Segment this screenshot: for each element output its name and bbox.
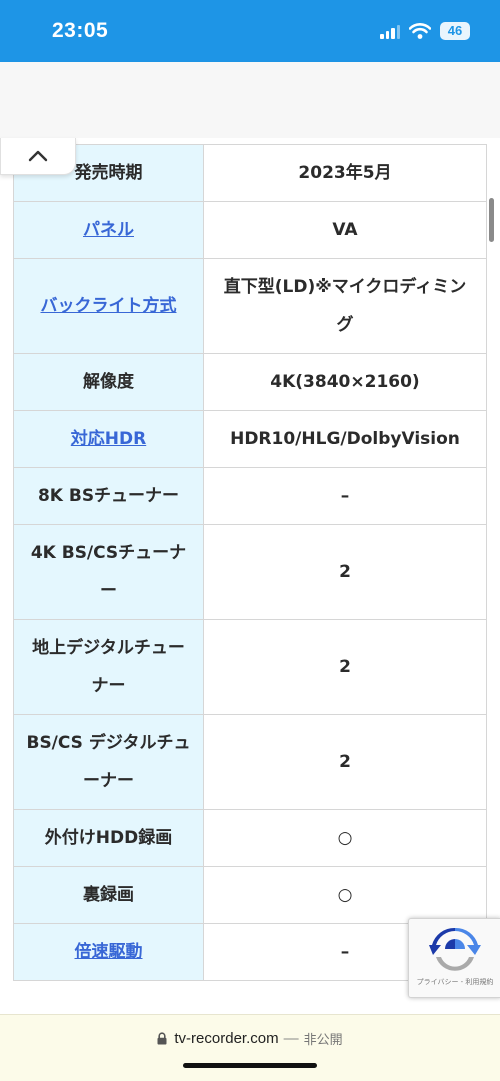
spec-row: 発売時期 2023年5月	[13, 144, 487, 202]
spec-value: ○	[203, 866, 487, 924]
status-time: 23:05	[52, 19, 109, 42]
spec-table: 発売時期 2023年5月パネル VA バックライト方式 直下型(LD)※マイクロディミン…	[13, 144, 487, 981]
spec-row: バックライト方式 直下型(LD)※マイクロディミング	[13, 258, 487, 354]
spec-label-link[interactable]: バックライト方式	[41, 296, 177, 316]
wifi-icon	[409, 23, 431, 39]
spec-row: 8K BSチューナー –	[13, 467, 487, 525]
spec-value: 2	[203, 524, 487, 620]
spec-label-cell[interactable]: パネル	[13, 201, 204, 259]
spec-value: 2023年5月	[203, 144, 487, 202]
spec-label-cell: 地上デジタルチューナー	[13, 619, 204, 715]
recaptcha-badge[interactable]: プライバシー - 利用規約	[408, 918, 500, 998]
spec-label-cell: 解像度	[13, 353, 204, 411]
spec-value: –	[203, 467, 487, 525]
address-bar[interactable]: tv-recorder.com — 非公開	[0, 1014, 500, 1081]
spec-label-link[interactable]: パネル	[83, 220, 134, 240]
spec-label-cell: 裏録画	[13, 866, 204, 924]
spec-row: BS/CS デジタルチューナー 2	[13, 714, 487, 810]
address-row[interactable]: tv-recorder.com — 非公開	[0, 1029, 500, 1048]
recaptcha-icon	[429, 927, 481, 971]
recaptcha-links[interactable]: プライバシー - 利用規約	[409, 977, 500, 987]
spec-content[interactable]: 発売時期 2023年5月パネル VA バックライト方式 直下型(LD)※マイクロディミン…	[0, 138, 500, 1014]
spec-row: パネル VA	[13, 201, 487, 259]
privacy-status: 非公開	[303, 1033, 343, 1048]
spec-label: 発売時期	[74, 163, 143, 183]
spec-label-cell: BS/CS デジタルチューナー	[13, 714, 204, 810]
spec-label-cell[interactable]: バックライト方式	[13, 258, 204, 354]
status-bar: 23:05 46	[0, 0, 500, 62]
spec-label-link[interactable]: 倍速駆動	[75, 942, 143, 962]
status-icons: 46	[380, 22, 470, 40]
spec-value: HDR10/HLG/DolbyVision	[203, 410, 487, 468]
spec-row: 対応HDR HDR10/HLG/DolbyVision	[13, 410, 487, 468]
collapse-toggle-button[interactable]	[0, 138, 76, 175]
spec-row: 解像度 4K(3840×2160)	[13, 353, 487, 411]
spec-label: 解像度	[83, 372, 134, 392]
chevron-up-icon	[28, 150, 48, 162]
home-indicator[interactable]	[183, 1063, 317, 1068]
url-separator: —	[283, 1030, 299, 1047]
site-header	[0, 62, 500, 139]
lock-icon	[157, 1032, 167, 1045]
spec-label-cell[interactable]: 倍速駆動	[13, 923, 204, 981]
spec-value: 4K(3840×2160)	[203, 353, 487, 411]
spec-label-link[interactable]: 対応HDR	[71, 429, 146, 449]
spec-value: 2	[203, 714, 487, 810]
spec-value: VA	[203, 201, 487, 259]
spec-label: 外付けHDD録画	[44, 828, 173, 848]
url-text: tv-recorder.com	[174, 1030, 279, 1047]
spec-row: 外付けHDD録画 ○	[13, 809, 487, 867]
spec-label: 4K BS/CSチューナー	[30, 543, 187, 601]
spec-value: 直下型(LD)※マイクロディミング	[203, 258, 487, 354]
spec-label-cell: 4K BS/CSチューナー	[13, 524, 204, 620]
spec-row: 裏録画 ○	[13, 866, 487, 924]
battery-icon: 46	[440, 22, 470, 40]
spec-label: 8K BSチューナー	[37, 486, 180, 506]
spec-label-cell[interactable]: 対応HDR	[13, 410, 204, 468]
signal-icon	[380, 23, 400, 39]
spec-label-cell: 外付けHDD録画	[13, 809, 204, 867]
spec-row: 地上デジタルチューナー 2	[13, 619, 487, 715]
spec-label: BS/CS デジタルチューナー	[26, 733, 191, 791]
spec-value: 2	[203, 619, 487, 715]
spec-label-cell: 8K BSチューナー	[13, 467, 204, 525]
spec-label: 裏録画	[83, 885, 134, 905]
spec-row: 4K BS/CSチューナー 2	[13, 524, 487, 620]
spec-value: ○	[203, 809, 487, 867]
spec-label: 地上デジタルチューナー	[32, 638, 185, 696]
scrollbar-thumb[interactable]	[489, 198, 494, 242]
